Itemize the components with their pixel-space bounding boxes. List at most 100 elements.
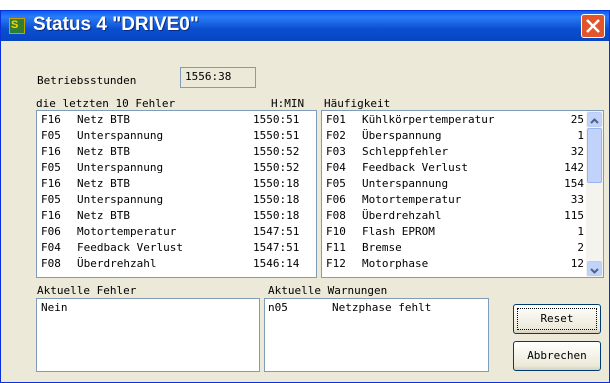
frequency-text: Motorphase [362, 257, 429, 270]
error-time: 1550:51 [253, 129, 300, 142]
error-text: Motortemperatur [77, 225, 177, 238]
error-time: 1547:51 [253, 241, 300, 254]
frequency-row[interactable]: F11 Bremse 2 [322, 241, 586, 257]
app-status-icon: S [9, 18, 25, 34]
frequency-count: 2 [577, 241, 584, 254]
frequency-text: Motortemperatur [362, 193, 462, 206]
error-time: 1550:51 [253, 113, 300, 126]
frequency-row[interactable]: F10 Flash EPROM 1 [322, 225, 586, 241]
errors-header: die letzten 10 Fehler [36, 97, 176, 110]
frequency-scrollbar[interactable] [586, 111, 603, 277]
operating-hours-label: Betriebsstunden [37, 74, 137, 87]
chevron-down-icon [590, 268, 599, 274]
scroll-down-button[interactable] [587, 261, 602, 276]
current-warnings-box: n05 Netzphase fehlt [264, 298, 489, 372]
frequency-code: F04 [326, 161, 346, 174]
error-history-row[interactable]: F05 Unterspannung 1550:51 [37, 129, 316, 145]
error-time: 1550:18 [253, 209, 300, 222]
reset-button[interactable]: Reset [513, 304, 601, 334]
error-code: F04 [41, 241, 61, 254]
error-code: F16 [41, 209, 61, 222]
error-history-row[interactable]: F06 Motortemperatur 1547:51 [37, 225, 316, 241]
frequency-row[interactable]: F02 Überspannung 1 [322, 129, 586, 145]
error-history-row[interactable]: F16 Netz BTB 1550:52 [37, 145, 316, 161]
error-code: F08 [41, 257, 61, 270]
frequency-row[interactable]: F05 Unterspannung 154 [322, 177, 586, 193]
error-text: Netz BTB [77, 209, 130, 222]
error-history-list[interactable]: F16 Netz BTB 1550:51 F05 Unterspannung 1550:5… [36, 110, 317, 278]
error-history-row[interactable]: F05 Unterspannung 1550:52 [37, 161, 316, 177]
error-time: 1550:18 [253, 177, 300, 190]
frequency-row[interactable]: F01 Kühlkörpertemperatur 25 [322, 113, 586, 129]
current-warnings-label: Aktuelle Warnungen [268, 284, 388, 297]
error-time: 1546:14 [253, 257, 300, 270]
frequency-count: 1 [577, 225, 584, 238]
error-history-row[interactable]: F16 Netz BTB 1550:18 [37, 177, 316, 193]
warning-code: n05 [268, 301, 288, 314]
frequency-text: Überdrehzahl [362, 209, 442, 222]
frequency-count: 154 [564, 177, 584, 190]
frequency-row[interactable]: F12 Motorphase 12 [322, 257, 586, 273]
chevron-up-icon [590, 118, 599, 124]
error-history-row[interactable]: F05 Unterspannung 1550:18 [37, 193, 316, 209]
window-title: Status 4 "DRIVE0" [33, 14, 199, 35]
error-text: Feedback Verlust [77, 241, 183, 254]
error-frequency-list[interactable]: F12 Motorphase 12 F11 Bremse 2 F10 Flash EPROM 1… [321, 110, 604, 278]
error-text: Unterspannung [77, 129, 164, 142]
frequency-code: F05 [326, 177, 346, 190]
error-history-row[interactable]: F04 Feedback Verlust 1547:51 [37, 241, 316, 257]
cancel-button[interactable]: Abbrechen [513, 341, 601, 371]
current-errors-box: Nein [36, 298, 260, 372]
error-history-row[interactable]: F16 Netz BTB 1550:51 [37, 113, 316, 129]
error-time: 1550:52 [253, 145, 300, 158]
frequency-text: Bremse [362, 241, 402, 254]
error-code: F16 [41, 113, 61, 126]
error-history-row[interactable]: F08 Überdrehzahl 1546:14 [37, 257, 316, 273]
error-code: F06 [41, 225, 61, 238]
frequency-code: F12 [326, 257, 346, 270]
frequency-count: 25 [570, 113, 584, 126]
error-text: Überdrehzahl [77, 257, 157, 270]
error-time: 1550:18 [253, 193, 300, 206]
error-code: F05 [41, 161, 61, 174]
error-code: F05 [41, 129, 61, 142]
error-code: F05 [41, 193, 61, 206]
close-button[interactable] [581, 14, 605, 38]
frequency-code: F10 [326, 225, 346, 238]
title-bar[interactable]: S Status 4 "DRIVE0" [1, 11, 609, 41]
frequency-text: Flash EPROM [362, 225, 435, 238]
frequency-count: 12 [570, 257, 584, 270]
frequency-row[interactable]: F03 Schleppfehler 32 [322, 145, 586, 161]
frequency-text: Überspannung [362, 129, 442, 142]
error-code: F16 [41, 177, 61, 190]
error-text: Netz BTB [77, 113, 130, 126]
error-time: 1550:52 [253, 161, 300, 174]
frequency-code: F06 [326, 193, 346, 206]
frequency-text: Feedback Verlust [362, 161, 468, 174]
status-dialog: S Status 4 "DRIVE0" Betriebsstunden 1556… [0, 10, 610, 383]
close-icon [586, 19, 600, 33]
error-text: Unterspannung [77, 193, 164, 206]
frequency-row[interactable]: F04 Feedback Verlust 142 [322, 161, 586, 177]
frequency-count: 32 [570, 145, 584, 158]
frequency-code: F11 [326, 241, 346, 254]
current-errors-label: Aktuelle Fehler [37, 284, 137, 297]
scroll-up-button[interactable] [587, 112, 602, 127]
frequency-count: 33 [570, 193, 584, 206]
frequency-code: F03 [326, 145, 346, 158]
error-history-row[interactable]: F16 Netz BTB 1550:18 [37, 209, 316, 225]
errors-time-header: H:MIN [271, 97, 305, 110]
frequency-code: F01 [326, 113, 346, 126]
operating-hours-field: 1556:38 [180, 67, 256, 88]
frequency-row[interactable]: F08 Überdrehzahl 115 [322, 209, 586, 225]
frequency-count: 1 [577, 129, 584, 142]
frequency-code: F08 [326, 209, 346, 222]
frequency-count: 142 [564, 161, 584, 174]
scroll-thumb[interactable] [587, 128, 602, 183]
frequency-row[interactable]: F06 Motortemperatur 33 [322, 193, 586, 209]
frequency-count: 115 [564, 209, 584, 222]
warning-text: Netzphase fehlt [332, 301, 432, 314]
frequency-text: Schleppfehler [362, 145, 449, 158]
error-text: Netz BTB [77, 177, 130, 190]
frequency-header: Häufigkeit [324, 97, 391, 110]
